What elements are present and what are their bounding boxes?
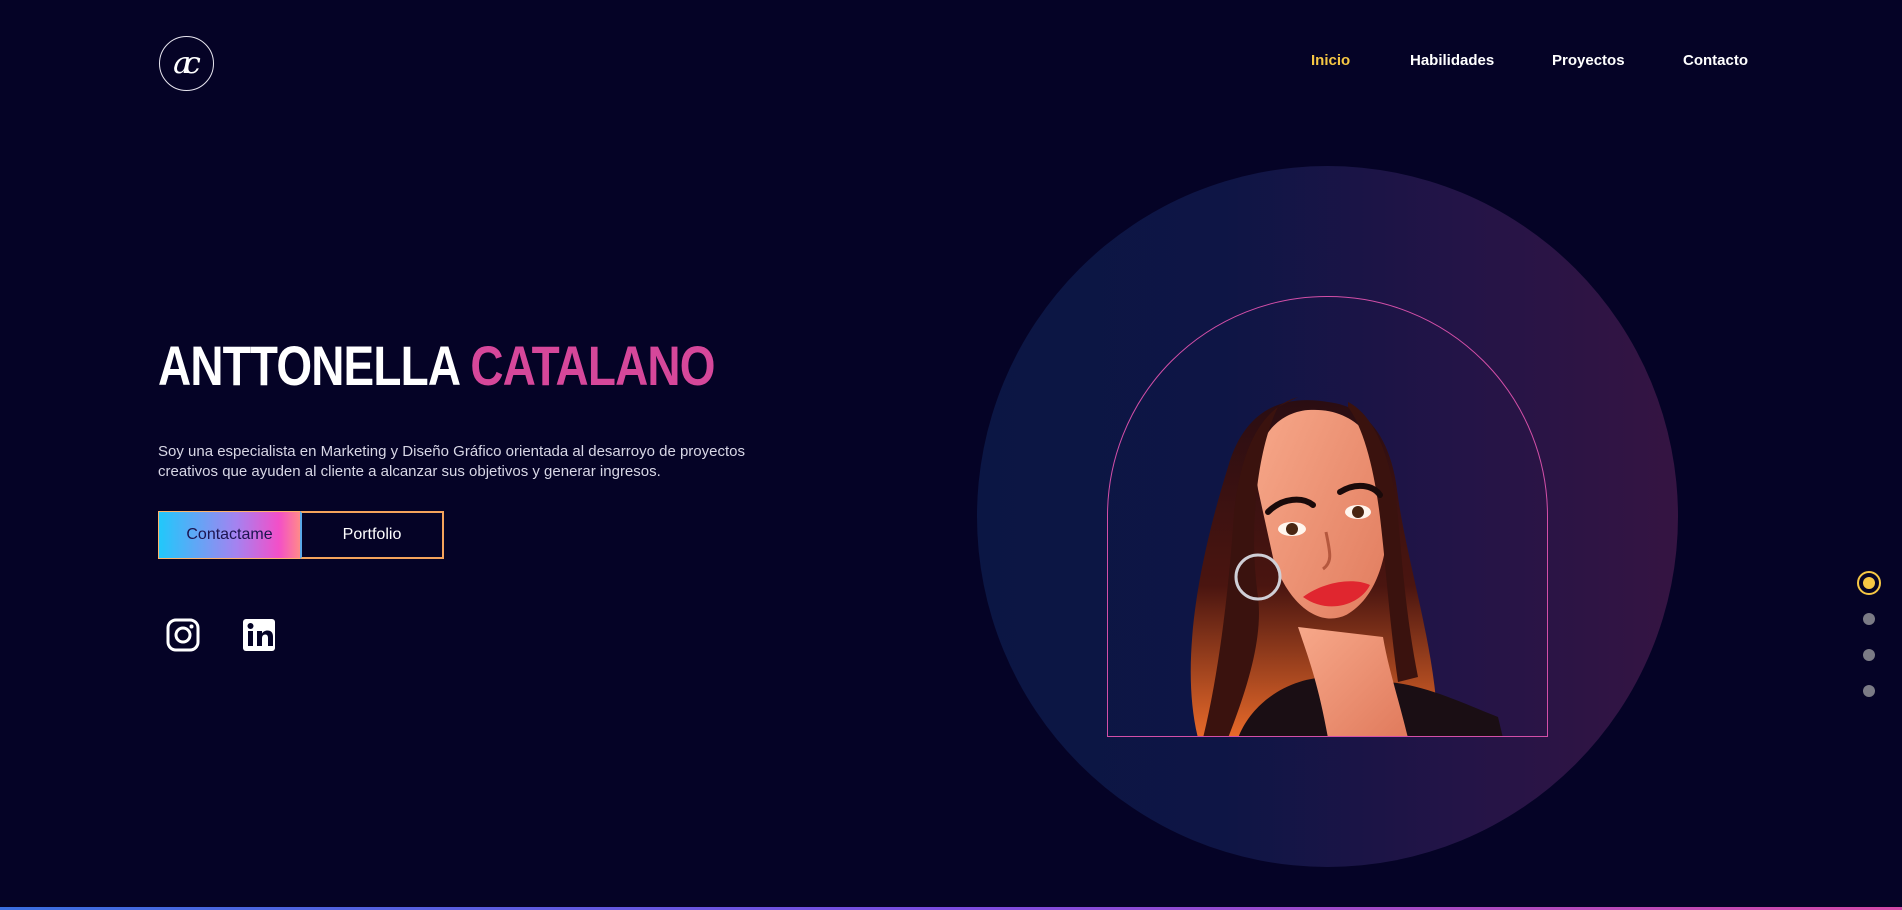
hero-title-first: ANTTONELLA (158, 334, 459, 397)
portrait-illustration (1190, 397, 1503, 736)
section-dot-4[interactable] (1863, 685, 1875, 697)
nav-item-inicio[interactable]: Inicio (1311, 52, 1350, 69)
hero-title: ANTTONELLA CATALANO (158, 338, 715, 394)
logo[interactable]: ac (159, 36, 214, 91)
nav-item-habilidades[interactable]: Habilidades (1410, 52, 1494, 69)
linkedin-icon[interactable] (241, 617, 277, 653)
section-dot-1[interactable] (1857, 571, 1881, 595)
logo-text: ac (173, 46, 201, 81)
section-dot-3[interactable] (1863, 649, 1875, 661)
nav-item-proyectos[interactable]: Proyectos (1552, 52, 1625, 69)
portfolio-button[interactable]: Portfolio (300, 511, 444, 559)
nav-item-contacto[interactable]: Contacto (1683, 52, 1748, 69)
hero-title-last: CATALANO (470, 334, 715, 397)
hero-description: Soy una especialista en Marketing y Dise… (158, 443, 745, 480)
page: ac Inicio Habilidades Proyectos Contacto… (0, 0, 1902, 910)
section-dot-2[interactable] (1863, 613, 1875, 625)
instagram-icon[interactable] (165, 617, 201, 653)
portrait-frame (1107, 296, 1548, 737)
contact-button[interactable]: Contactame (158, 511, 301, 559)
